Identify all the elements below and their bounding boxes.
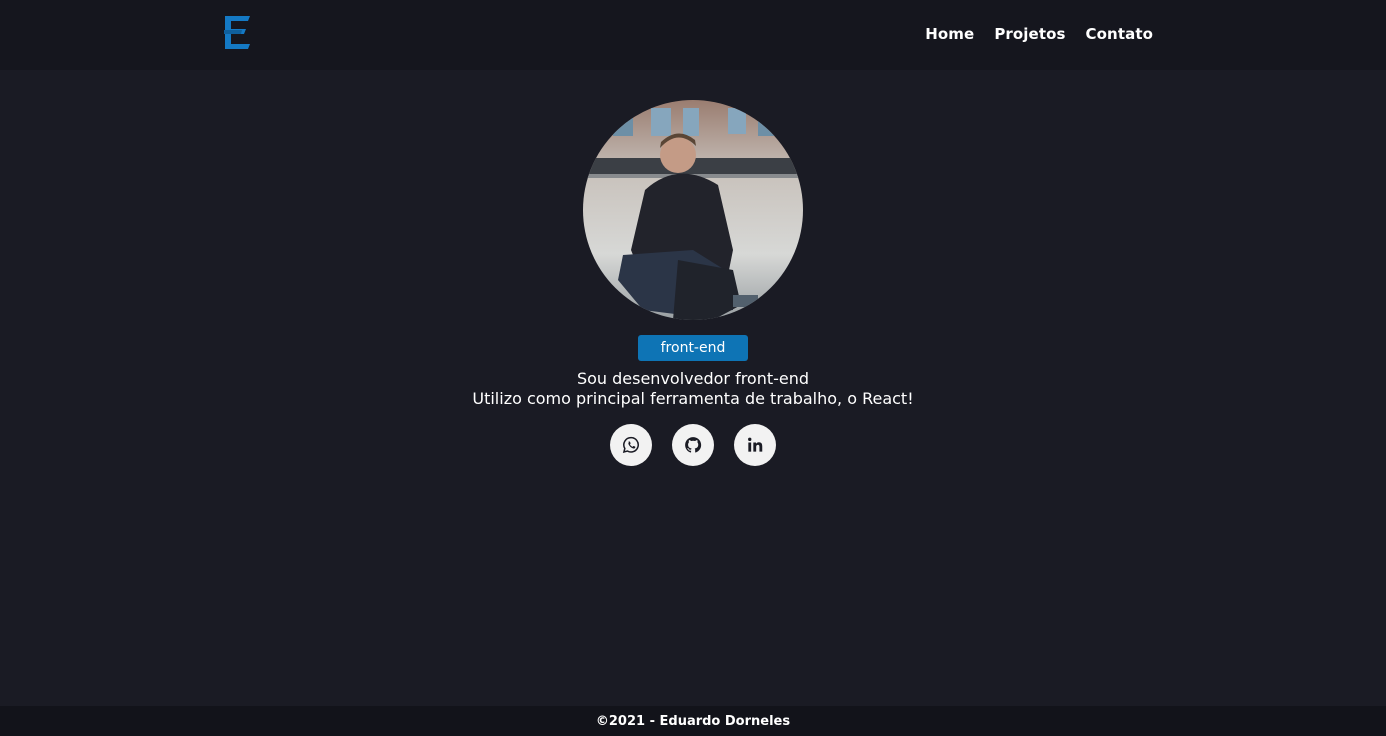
- site-footer: ©2021 - Eduardo Dorneles: [0, 706, 1386, 736]
- profile-photo: [583, 100, 803, 320]
- linkedin-icon: [748, 437, 763, 452]
- main-nav: Home Projetos Contato: [925, 22, 1153, 46]
- site-header: Home Projetos Contato: [0, 0, 1386, 70]
- bio-line-1: Sou desenvolvedor front-end: [576, 369, 810, 388]
- nav-home[interactable]: Home: [925, 22, 974, 46]
- bio-line-2: Utilizo como principal ferramenta de tra…: [472, 389, 914, 408]
- github-button[interactable]: [672, 424, 714, 466]
- github-icon: [685, 437, 702, 453]
- whatsapp-button[interactable]: [610, 424, 652, 466]
- copyright-text: ©2021 - Eduardo Dorneles: [595, 713, 791, 729]
- nav-projetos[interactable]: Projetos: [994, 22, 1065, 46]
- e-logo-icon[interactable]: [222, 15, 252, 51]
- nav-contato[interactable]: Contato: [1086, 22, 1153, 46]
- whatsapp-icon: [622, 436, 639, 453]
- social-links: [610, 424, 776, 466]
- bio-text: Sou desenvolvedor front-end Utilizo como…: [393, 369, 993, 409]
- role-badge: front-end: [638, 335, 748, 361]
- linkedin-button[interactable]: [734, 424, 776, 466]
